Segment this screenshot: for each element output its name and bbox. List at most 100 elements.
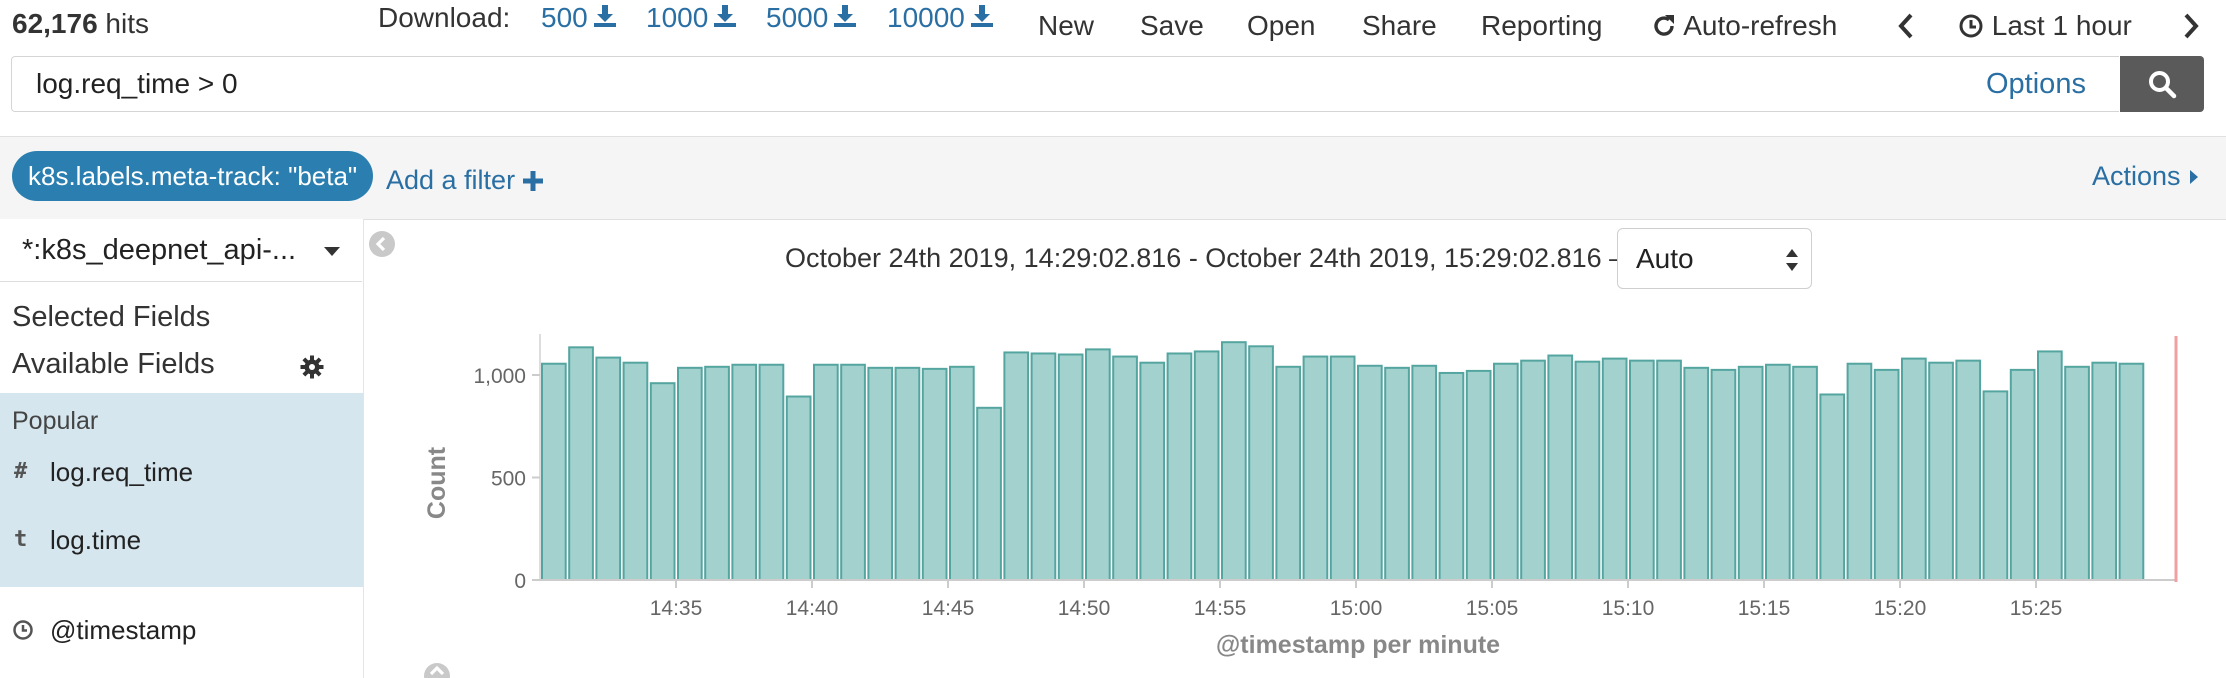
histogram-bar[interactable]: [1139, 361, 1166, 582]
histogram-bar[interactable]: [976, 406, 1002, 581]
histogram-bar[interactable]: [1057, 353, 1084, 581]
histogram-bar[interactable]: [1520, 359, 1546, 582]
number-type-icon: #: [14, 459, 28, 484]
time-back-button[interactable]: [1895, 12, 1917, 45]
histogram-bar[interactable]: [785, 395, 812, 582]
histogram-bar[interactable]: [649, 382, 676, 582]
histogram-bar[interactable]: [2009, 368, 2036, 581]
collapse-sidebar-icon[interactable]: [368, 230, 396, 258]
download-1000-link[interactable]: 1000: [646, 2, 738, 34]
download-5000-link[interactable]: 5000: [766, 2, 858, 34]
histogram-bar[interactable]: [1928, 361, 1954, 582]
search-input[interactable]: [11, 56, 2119, 112]
time-picker-label: Last 1 hour: [1991, 10, 2132, 41]
reporting-button[interactable]: Reporting: [1481, 10, 1602, 42]
query-options-link[interactable]: Options: [1986, 68, 2086, 101]
download-icon: [834, 5, 857, 27]
hits-counter: 62,176 hits: [12, 8, 149, 40]
time-forward-button[interactable]: [2180, 12, 2202, 45]
histogram-bar[interactable]: [677, 366, 703, 582]
select-arrows-icon: [1786, 249, 1798, 271]
histogram-bar[interactable]: [1846, 362, 1873, 581]
save-button[interactable]: Save: [1140, 10, 1204, 42]
filter-bar: k8s.labels.meta-track: "beta" Add a filt…: [0, 136, 2226, 220]
histogram-bar[interactable]: [1601, 357, 1628, 581]
histogram-chart[interactable]: 0 500 1,000 14:35 14:40 14:45 14:50 14:55 15:00 1…: [400, 320, 2190, 660]
histogram-bar[interactable]: [867, 366, 894, 582]
histogram-bar[interactable]: [758, 363, 785, 581]
histogram-bar[interactable]: [1302, 355, 1329, 581]
download-500-link[interactable]: 500: [541, 2, 618, 34]
filter-pill[interactable]: k8s.labels.meta-track: "beta": [12, 151, 374, 201]
histogram-bar[interactable]: [1574, 360, 1601, 581]
histogram-bar[interactable]: [1901, 357, 1927, 581]
histogram-bar[interactable]: [1384, 366, 1410, 582]
histogram-bar[interactable]: [1792, 365, 1818, 581]
histogram-bar[interactable]: [1357, 364, 1383, 582]
collapse-chart-icon[interactable]: [423, 662, 451, 678]
gear-icon[interactable]: [300, 355, 324, 379]
caret-right-icon: [2190, 170, 2199, 184]
chart-bars: [541, 341, 2145, 582]
new-button[interactable]: New: [1038, 10, 1094, 42]
histogram-bar[interactable]: [541, 362, 567, 581]
histogram-bar[interactable]: [1765, 363, 1791, 581]
histogram-bar[interactable]: [1710, 368, 1737, 581]
open-button[interactable]: Open: [1247, 10, 1316, 42]
histogram-bar[interactable]: [1737, 365, 1764, 581]
histogram-bar[interactable]: [894, 366, 921, 582]
histogram-bar[interactable]: [1166, 352, 1193, 581]
histogram-bar[interactable]: [949, 365, 975, 581]
histogram-bar[interactable]: [1819, 393, 1846, 581]
histogram-bar[interactable]: [1221, 341, 1247, 582]
share-button[interactable]: Share: [1362, 10, 1437, 42]
x-tick-label: 14:35: [650, 597, 703, 620]
field-item-log-time[interactable]: t log.time: [0, 513, 363, 569]
interval-select[interactable]: Auto: [1617, 228, 1812, 289]
histogram-bar[interactable]: [1085, 348, 1111, 581]
histogram-bar[interactable]: [1030, 352, 1057, 581]
histogram-bar[interactable]: [1683, 366, 1710, 582]
histogram-bar[interactable]: [704, 365, 730, 581]
histogram-bar[interactable]: [1112, 355, 1138, 581]
histogram-bar[interactable]: [1547, 354, 1574, 582]
histogram-bar[interactable]: [1275, 365, 1302, 581]
field-item-log-req-time[interactable]: # log.req_time: [0, 445, 363, 501]
histogram-bar[interactable]: [2091, 361, 2118, 582]
y-tick-label: 1,000: [473, 365, 526, 388]
histogram-bar[interactable]: [840, 363, 866, 581]
download-10000-link[interactable]: 10000: [887, 2, 995, 34]
field-sidebar: *:k8s_deepnet_api-... Selected Fields Av…: [0, 219, 364, 678]
histogram-bar[interactable]: [622, 361, 649, 582]
histogram-bar[interactable]: [921, 367, 948, 581]
clock-icon: [1959, 14, 1983, 38]
histogram-bar[interactable]: [595, 356, 622, 582]
auto-refresh-button[interactable]: Auto-refresh: [1651, 10, 1837, 42]
search-button[interactable]: [2120, 56, 2204, 112]
histogram-bar[interactable]: [568, 346, 594, 582]
histogram-bar[interactable]: [1193, 350, 1220, 581]
histogram-bar[interactable]: [813, 363, 839, 581]
histogram-bar[interactable]: [731, 363, 758, 581]
filter-actions-button[interactable]: Actions: [2092, 161, 2200, 192]
time-picker-button[interactable]: Last 1 hour: [1958, 10, 2132, 42]
index-pattern-select[interactable]: *:k8s_deepnet_api-...: [0, 219, 362, 282]
histogram-bar[interactable]: [1982, 390, 2009, 582]
histogram-bar[interactable]: [1656, 359, 1682, 582]
histogram-bar[interactable]: [1438, 371, 1465, 582]
add-filter-button[interactable]: Add a filter: [386, 165, 543, 196]
histogram-bar[interactable]: [1493, 362, 1519, 581]
field-item-timestamp[interactable]: @timestamp: [0, 603, 363, 659]
histogram-bar[interactable]: [1329, 355, 1356, 581]
histogram-bar[interactable]: [1955, 359, 1982, 582]
histogram-bar[interactable]: [1411, 364, 1438, 582]
download-icon: [593, 5, 616, 27]
histogram-bar[interactable]: [1873, 368, 1900, 581]
histogram-bar[interactable]: [1248, 345, 1274, 581]
histogram-bar[interactable]: [2037, 350, 2063, 581]
histogram-bar[interactable]: [2064, 365, 2090, 581]
histogram-bar[interactable]: [1003, 351, 1030, 582]
histogram-bar[interactable]: [1465, 369, 1492, 582]
histogram-bar[interactable]: [2118, 362, 2145, 581]
histogram-bar[interactable]: [1629, 359, 1655, 582]
